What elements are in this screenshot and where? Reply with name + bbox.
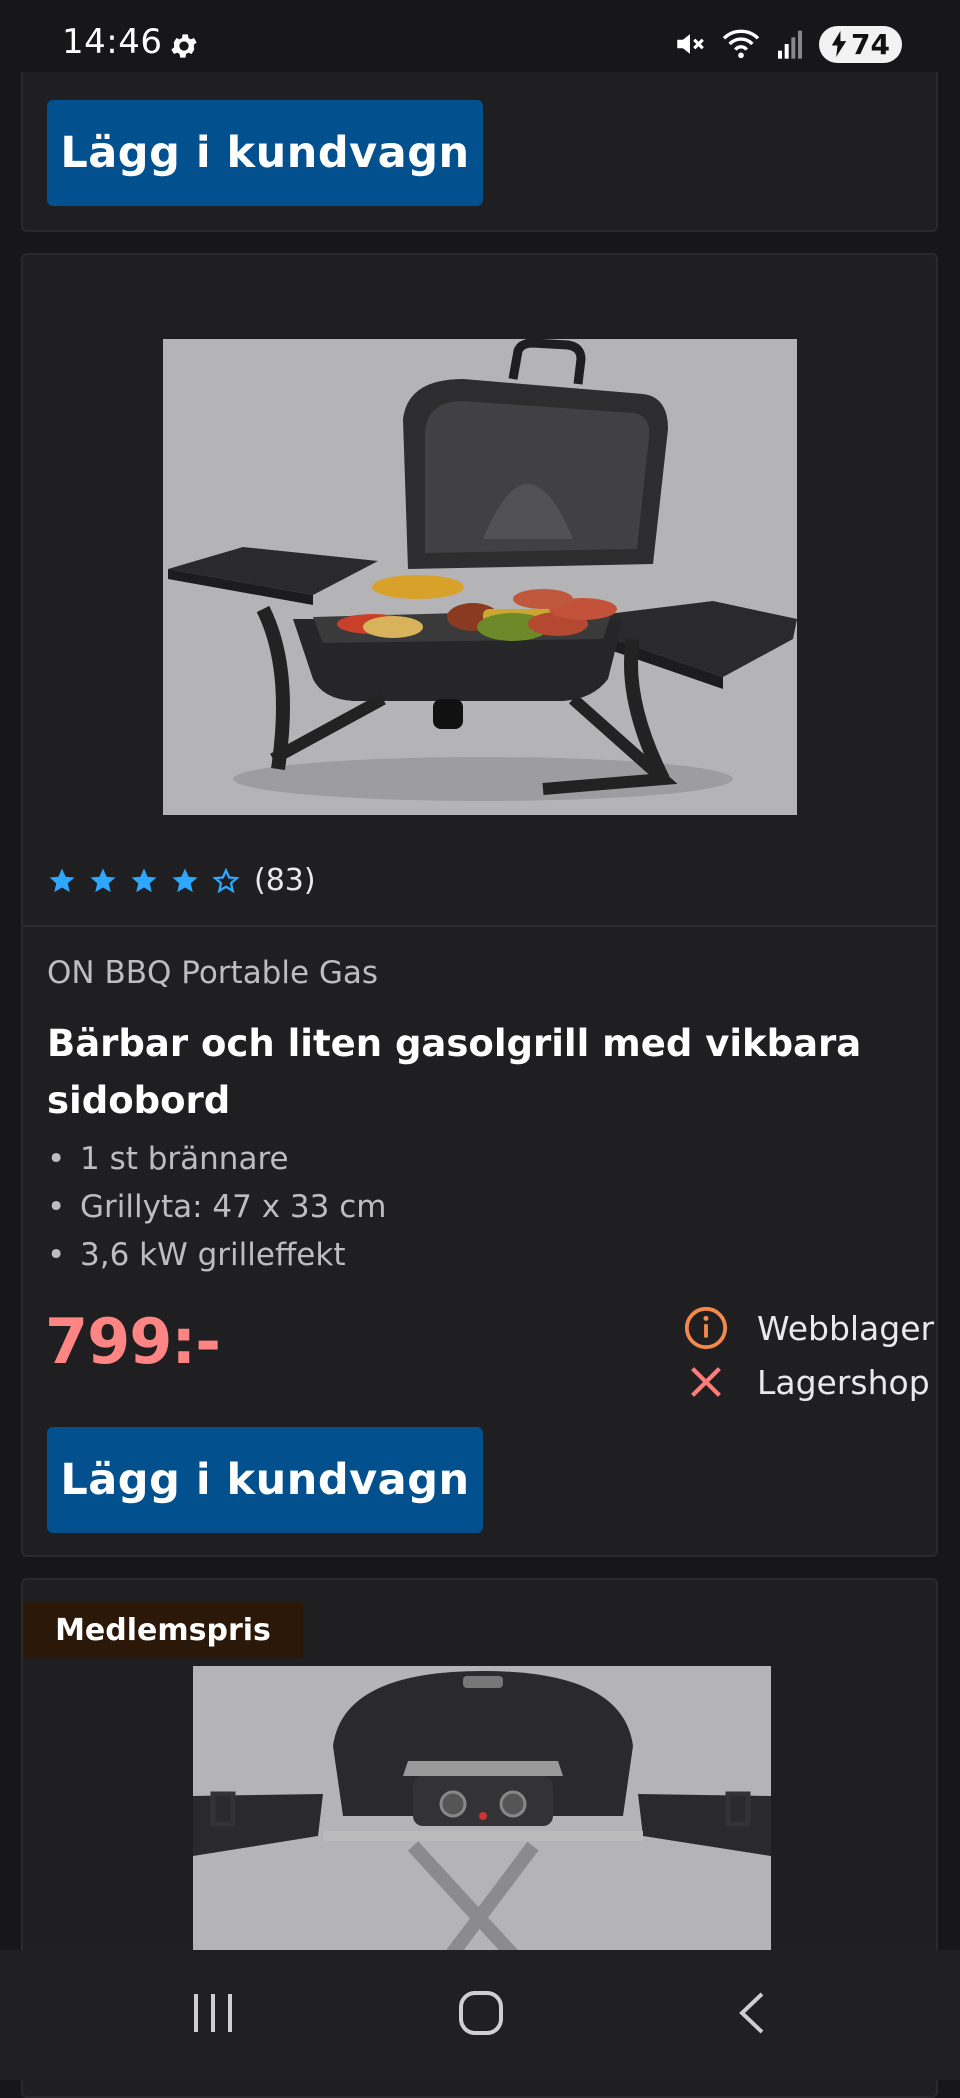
add-to-cart-button[interactable]: Lägg i kundvagn — [47, 100, 483, 206]
stock-lagershop: Lagershop — [683, 1359, 930, 1405]
stock-webblager: Webblager — [683, 1305, 934, 1351]
product-card[interactable]: (83) ON BBQ Portable Gas Bärbar och lite… — [21, 253, 938, 1557]
info-circle-icon — [684, 1306, 728, 1350]
close-x-icon — [691, 1367, 721, 1397]
product-brand: ON BBQ Portable Gas — [47, 955, 379, 991]
signal-icon — [778, 30, 803, 59]
mute-icon — [677, 34, 704, 54]
standing-grill-illustration — [193, 1666, 771, 1966]
status-bar: 14:46 74 — [0, 0, 960, 72]
product-image[interactable] — [193, 1666, 771, 1966]
product-rating[interactable]: (83) — [47, 863, 316, 898]
stock-label: Webblager — [757, 1308, 935, 1348]
wifi-icon — [722, 29, 760, 59]
product-price: 799:- — [45, 1305, 221, 1378]
star-filled-icon — [172, 868, 198, 892]
battery-indicator: 74 — [819, 25, 902, 63]
member-price-badge: Medlemspris — [23, 1602, 303, 1658]
gas-grill-illustration — [163, 339, 797, 815]
status-time: 14:46 — [62, 22, 163, 62]
back-icon[interactable] — [730, 1990, 776, 2036]
stock-label: Lagershop — [757, 1362, 930, 1402]
recent-apps-icon[interactable] — [190, 1990, 236, 2036]
charging-bolt-icon — [831, 31, 847, 57]
status-icons: 74 — [673, 24, 902, 64]
feature-item: • 1 st brännare — [47, 1141, 289, 1177]
divider — [23, 925, 936, 927]
product-card-previous: Lägg i kundvagn — [21, 60, 938, 232]
review-count: (83) — [254, 863, 316, 898]
system-navigation-bar — [0, 1950, 960, 2080]
star-filled-icon — [49, 868, 75, 892]
star-outline-icon — [212, 867, 240, 893]
add-to-cart-button[interactable]: Lägg i kundvagn — [47, 1427, 483, 1533]
star-filled-icon — [131, 868, 157, 892]
battery-level: 74 — [851, 27, 890, 61]
product-title[interactable]: Bärbar och liten gasolgrill med vikbara … — [47, 1015, 867, 1129]
product-image[interactable] — [163, 339, 797, 815]
feature-item: • 3,6 kW grilleffekt — [47, 1237, 346, 1273]
home-icon[interactable] — [458, 1990, 504, 2036]
product-features: • 1 st brännare • Grillyta: 47 x 33 cm • 3,… — [47, 1135, 386, 1279]
star-filled-icon — [90, 868, 116, 892]
settings-gear-icon — [171, 34, 197, 58]
feature-item: • Grillyta: 47 x 33 cm — [47, 1189, 387, 1225]
